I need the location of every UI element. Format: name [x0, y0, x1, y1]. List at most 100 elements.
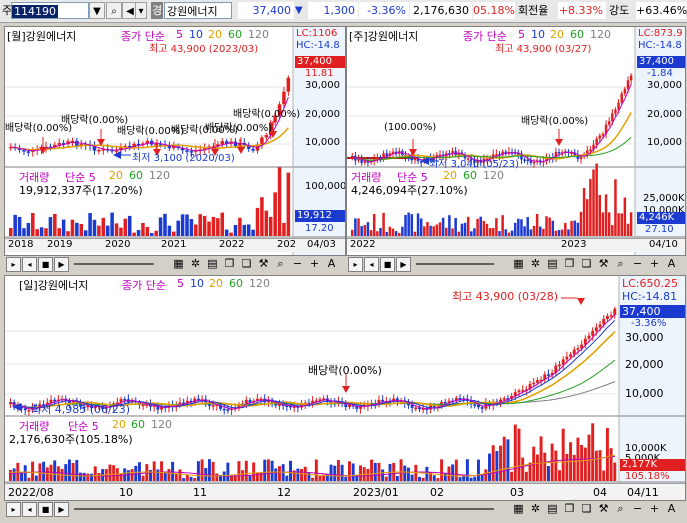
weekly-volume-bar — [416, 213, 420, 236]
weekly-volume-bar — [576, 222, 580, 236]
monthly-volume-bar — [198, 214, 202, 236]
daily-tools-icon[interactable]: ⚒ — [597, 502, 610, 515]
daily-hc: HC:-14.81 — [622, 290, 678, 303]
monthly-gear-icon[interactable]: ✲ — [189, 257, 202, 270]
monthly-play-button[interactable]: ▶ — [54, 257, 69, 272]
monthly-volume-bar — [180, 214, 185, 236]
price-change-pct: -3.36% — [359, 2, 409, 19]
daily-volume-bar — [211, 461, 215, 481]
monthly-minus-icon[interactable]: − — [291, 257, 304, 270]
weekly-chart-icon[interactable]: ▤ — [546, 257, 559, 270]
daily-window-icon[interactable]: ❐ — [563, 502, 576, 515]
monthly-zoom-slider[interactable] — [74, 263, 154, 265]
daily-volume-bar — [554, 450, 558, 481]
monthly-volume-bar — [92, 219, 97, 236]
monthly-window-icon[interactable]: ❐ — [223, 257, 236, 270]
weekly-gear-icon[interactable]: ✲ — [529, 257, 542, 270]
weekly-vol-ma60: 60 — [463, 169, 477, 182]
weekly-plus-icon[interactable]: + — [648, 257, 661, 270]
daily-volume-bar — [200, 459, 204, 481]
weekly-lc: LC:873.9 — [638, 28, 683, 39]
monthly-vol-value: 19,912,337주(17.20%) — [19, 184, 143, 197]
stock-code-input[interactable]: 114190 — [11, 2, 89, 19]
daily-restore-icon[interactable]: ❏ — [580, 502, 593, 515]
daily-date-3: 11 — [193, 486, 207, 499]
weekly-volume-bar — [526, 217, 529, 236]
weekly-restore-icon[interactable]: ❏ — [580, 257, 593, 270]
monthly-stop-button[interactable]: ■ — [38, 257, 53, 272]
daily-candle — [569, 354, 573, 357]
current-price: 37,400 — [238, 2, 294, 19]
daily-plus-icon[interactable]: + — [648, 502, 661, 515]
daily-volume-bar — [20, 472, 24, 481]
daily-volume-bar — [602, 470, 606, 481]
daily-volume-bar — [572, 454, 576, 481]
monthly-candle — [150, 140, 154, 145]
weekly-minus-icon[interactable]: − — [631, 257, 644, 270]
monthly-zoom-icon[interactable]: ⌕ — [274, 257, 287, 270]
monthly-volume-bar — [224, 229, 229, 236]
weekly-volume-bar — [448, 215, 451, 236]
daily-minus-icon[interactable]: − — [631, 502, 644, 515]
daily-play-button[interactable]: ▶ — [54, 502, 69, 517]
daily-volume-bar — [56, 466, 60, 481]
speaker-dropdown-icon[interactable]: ▾ — [135, 2, 147, 19]
daily-volume-bar — [300, 468, 304, 481]
daily-grid-icon[interactable]: ▦ — [512, 502, 525, 515]
weekly-chart-panel[interactable]: [주]강원에너지 종가 단순 5 10 20 60 120 최고 43,900 … — [346, 26, 686, 256]
weekly-volume-bar — [376, 231, 379, 236]
daily-candle — [244, 399, 248, 404]
weekly-volume-bar — [379, 228, 382, 236]
daily-volume-bar — [499, 445, 503, 481]
daily-chart-panel[interactable]: [일]강원에너지 종가 단순 5 10 20 60 120 최고 43,900 … — [4, 275, 686, 501]
weekly-vol-value: 4,246,094주(27.10%) — [351, 184, 468, 197]
monthly-chart-icon[interactable]: ▤ — [206, 257, 219, 270]
search-icon[interactable]: ⌕ — [106, 2, 122, 19]
weekly-scroll-right-button[interactable]: ◂ — [364, 257, 379, 272]
daily-zoom-slider[interactable] — [74, 508, 494, 510]
weekly-volume-bar — [423, 226, 426, 236]
daily-chart-icon[interactable]: ▤ — [546, 502, 559, 515]
monthly-plus-icon[interactable]: + — [308, 257, 321, 270]
weekly-grid-icon[interactable]: ▦ — [512, 257, 525, 270]
weekly-play-button[interactable]: ▶ — [396, 257, 411, 272]
weekly-window-icon[interactable]: ❐ — [563, 257, 576, 270]
monthly-tools-icon[interactable]: ⚒ — [257, 257, 270, 270]
daily-text-icon[interactable]: A — [665, 502, 678, 515]
daily-scroll-left-button[interactable]: ▸ — [6, 502, 21, 517]
daily-volume-bar — [237, 461, 241, 481]
monthly-chart-panel[interactable]: [월]강원에너지 종가 단순 5 10 20 60 120 최고 43,900 … — [4, 26, 346, 256]
daily-tick-30000: 30,000 — [625, 331, 664, 344]
weekly-zoom-slider[interactable] — [416, 263, 494, 265]
monthly-chart-svg — [5, 27, 345, 255]
daily-volume-bar — [329, 464, 333, 481]
monthly-date-1: 2018 — [8, 239, 34, 250]
weekly-text-icon[interactable]: A — [665, 257, 678, 270]
daily-volume-bar — [377, 462, 381, 481]
daily-volume-bar — [491, 445, 495, 481]
daily-volume-bar — [252, 462, 256, 481]
daily-zoom-icon[interactable]: ⌕ — [614, 502, 627, 515]
monthly-restore-icon[interactable]: ❏ — [240, 257, 253, 270]
daily-price-tag: 37,400 — [620, 305, 685, 318]
code-dropdown-icon[interactable]: ▼ — [89, 2, 105, 19]
weekly-volume-bar — [429, 225, 432, 236]
daily-stop-button[interactable]: ■ — [38, 502, 53, 517]
daily-scroll-right-button[interactable]: ◂ — [22, 502, 37, 517]
weekly-volume-bar — [407, 212, 410, 236]
weekly-stop-button[interactable]: ■ — [380, 257, 395, 272]
weekly-volume-bar — [564, 222, 567, 236]
daily-volume-bar — [90, 473, 94, 481]
monthly-lc: LC:1106 — [296, 28, 338, 39]
monthly-text-icon[interactable]: A — [325, 257, 338, 270]
daily-volume-bar — [207, 459, 211, 481]
weekly-scroll-left-button[interactable]: ▸ — [348, 257, 363, 272]
monthly-volume-bar — [172, 231, 176, 236]
weekly-tools-icon[interactable]: ⚒ — [597, 257, 610, 270]
weekly-zoom-icon[interactable]: ⌕ — [614, 257, 627, 270]
monthly-grid-icon[interactable]: ▦ — [172, 257, 185, 270]
daily-gear-icon[interactable]: ✲ — [529, 502, 542, 515]
monthly-scroll-right-button[interactable]: ◂ — [22, 257, 37, 272]
weekly-volume-bar — [510, 230, 514, 236]
monthly-scroll-left-button[interactable]: ▸ — [6, 257, 21, 272]
